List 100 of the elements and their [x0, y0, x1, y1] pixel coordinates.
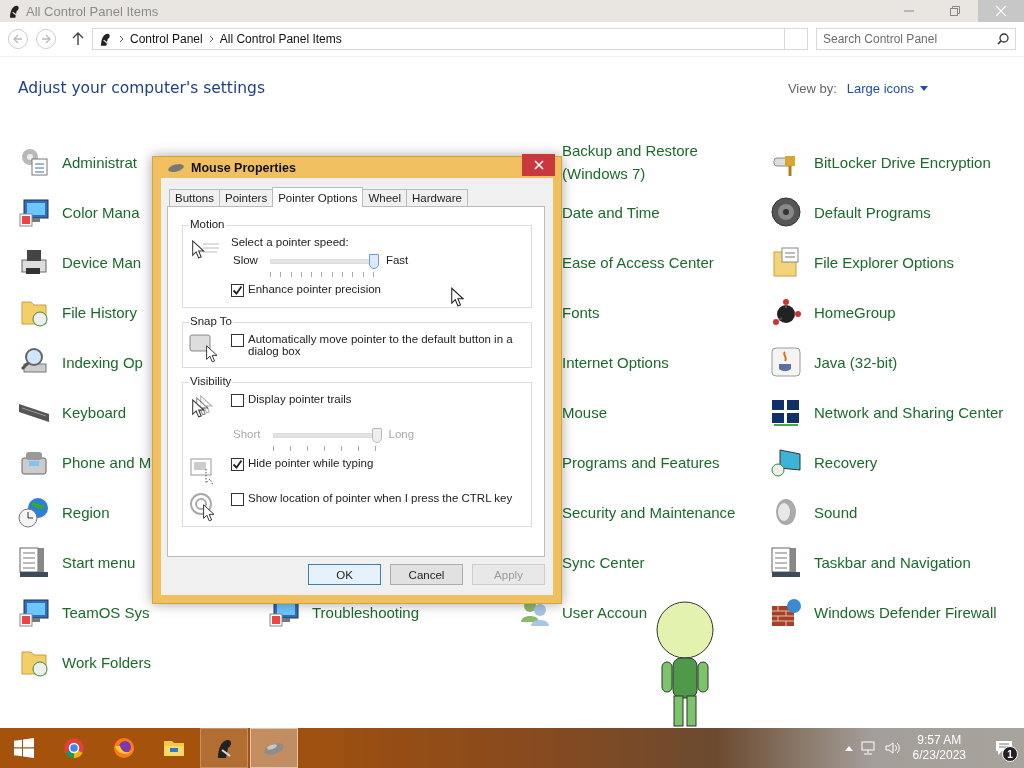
back-button[interactable] [8, 29, 28, 49]
tab[interactable]: Buttons [169, 189, 220, 206]
item-link[interactable]: Ease of Access Center [562, 250, 714, 274]
item-link[interactable]: User Accoun [562, 600, 648, 624]
slider-thumb[interactable] [368, 254, 379, 269]
screen-clock-icon [770, 446, 802, 478]
notification-button[interactable]: 1 [984, 728, 1024, 768]
checkbox-label: Display pointer trails [248, 393, 352, 405]
dialog-button[interactable]: Cancel [390, 564, 463, 585]
page-heading: Adjust your computer's settings [18, 79, 265, 97]
checkbox[interactable] [231, 493, 244, 506]
item-link[interactable]: File Explorer Options [814, 250, 955, 274]
restore-icon [950, 6, 960, 16]
document-folder-icon [770, 246, 802, 278]
taskbar-app[interactable] [200, 728, 248, 768]
close-icon [533, 159, 544, 170]
view-dropdown[interactable]: Large icons [846, 80, 928, 96]
slider-min-label: Slow [233, 254, 258, 266]
arrow-icon [41, 34, 51, 44]
globe-icon [18, 496, 50, 528]
up-button[interactable] [72, 32, 84, 46]
item-link[interactable]: TeamOS Sys [62, 600, 150, 624]
item-link[interactable]: Work Folders [62, 650, 151, 674]
chevron-icon [119, 35, 124, 43]
item-link[interactable]: Fonts [562, 300, 600, 324]
checkbox[interactable] [231, 394, 244, 407]
item-link[interactable]: Taskbar and Navigation [814, 550, 971, 574]
disc-icon [770, 196, 802, 228]
brick-wall-icon [770, 596, 802, 628]
item-link[interactable]: Keyboard [62, 400, 127, 424]
item-link[interactable]: Date and Time [562, 200, 660, 224]
item-link[interactable]: Troubleshooting [312, 600, 419, 624]
mouse-icon [167, 162, 185, 173]
notification-count: 1 [1002, 746, 1018, 762]
view-by-label: View by: [787, 80, 837, 96]
chrome-icon [62, 736, 86, 760]
dialog-button[interactable]: OK [308, 564, 381, 585]
cursor-icon [450, 287, 464, 307]
item-link[interactable]: Security and Maintenance [562, 500, 736, 524]
checkbox-label: Enhance pointer precision [248, 283, 381, 295]
item-link[interactable]: Phone and M [62, 450, 152, 474]
item-link[interactable]: Mouse [562, 400, 608, 424]
search-icon [997, 33, 1009, 45]
breadcrumb[interactable]: Control Panel [130, 32, 203, 46]
checkbox-label: Hide pointer while typing [248, 457, 374, 469]
item-link[interactable]: Device Man [62, 250, 142, 274]
arrow-icon [13, 34, 23, 44]
list-icon [770, 546, 802, 578]
window-title: All Control Panel Items [26, 3, 159, 19]
group-title: Motion [190, 218, 225, 230]
slider-max-label: Fast [385, 254, 409, 266]
network-icon[interactable] [860, 741, 877, 755]
snap-pointer-icon [189, 333, 219, 363]
item-link[interactable]: Java (32-bit) [814, 350, 898, 374]
item-link[interactable]: Indexing Op [62, 350, 143, 374]
item-link[interactable]: Administrat [62, 150, 138, 174]
item-link[interactable]: Network and Sharing Center [814, 400, 1004, 424]
close-button[interactable] [522, 153, 555, 176]
address-bar[interactable]: Control Panel All Control Panel Items [92, 28, 808, 50]
group-title: Snap To [190, 315, 232, 327]
item-link[interactable]: Backup and Restore (Windows 7) [562, 139, 752, 185]
item-link[interactable]: Color Mana [62, 200, 140, 224]
firefox-icon [112, 736, 136, 760]
checkbox[interactable] [231, 334, 244, 347]
dialog-title: Mouse Properties [191, 160, 296, 175]
network-icon [770, 296, 802, 328]
slider-max-label: Long [388, 428, 415, 440]
item-link[interactable]: BitLocker Drive Encryption [814, 150, 991, 174]
close-icon [996, 6, 1006, 16]
item-link[interactable]: Sound [814, 500, 858, 524]
checkbox[interactable] [231, 458, 244, 471]
item-link[interactable]: File History [62, 300, 137, 324]
monitor-icon [18, 596, 50, 628]
item-link[interactable]: Sync Center [562, 550, 645, 574]
checkbox-label: Show location of pointer when I press the CTRL key [248, 492, 513, 504]
windows-logo-icon [14, 738, 34, 758]
checkbox-label: Automatically move pointer to the default button in a dialog box [248, 333, 514, 357]
caret-icon [920, 85, 928, 91]
search-field[interactable]: Search Control Panel [816, 28, 1016, 50]
breadcrumb[interactable]: All Control Panel Items [219, 32, 342, 46]
slider-min-label: Short [233, 428, 261, 440]
monitor-icon [18, 196, 50, 228]
item-link[interactable]: Region [62, 500, 110, 524]
item-link[interactable]: Recovery [814, 450, 878, 474]
show-hidden-icon[interactable] [844, 745, 853, 751]
item-link[interactable]: Internet Options [562, 350, 669, 374]
forward-button[interactable] [36, 29, 56, 49]
item-link[interactable]: Start menu [62, 550, 136, 574]
tab[interactable]: Pointer Options [272, 187, 364, 207]
slider-label: Select a pointer speed: [231, 236, 350, 248]
item-link[interactable]: Default Programs [814, 200, 931, 224]
cup-icon [770, 346, 802, 378]
chevron-icon [208, 35, 214, 43]
item-link[interactable]: HomeGroup [814, 300, 896, 324]
checkbox[interactable] [231, 284, 244, 297]
volume-icon[interactable] [884, 741, 901, 755]
item-link[interactable]: Windows Defender Firewall [814, 600, 997, 624]
tab[interactable]: Hardware [406, 189, 468, 206]
group-title: Visibility [190, 375, 232, 387]
item-link[interactable]: Programs and Features [562, 450, 720, 474]
